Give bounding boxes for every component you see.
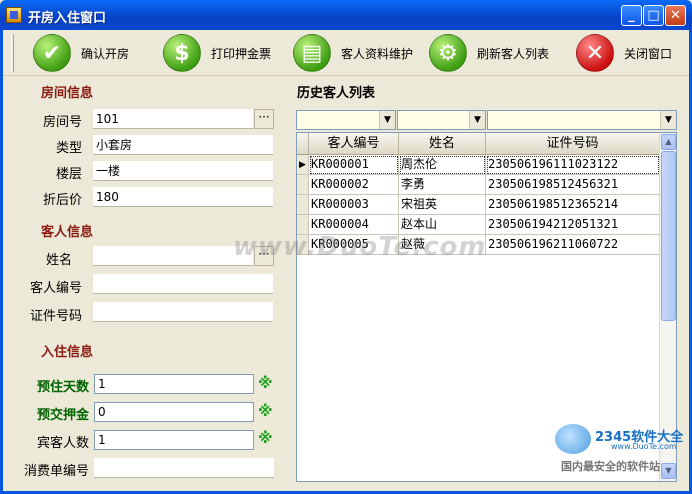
bill-number-label: 消费单编号: [23, 464, 89, 479]
window-title: 开房入住窗口: [28, 11, 107, 26]
gear-icon: ⚙: [429, 34, 467, 72]
required-mark-deposit: ※: [258, 402, 273, 420]
cell-guest-id[interactable]: KR000003: [309, 195, 399, 215]
cell-cert[interactable]: 230506196211060722: [486, 235, 660, 255]
required-mark-days: ※: [258, 374, 273, 392]
guest-id-label: 客人编号: [29, 281, 82, 296]
guest-count-label: 宾客人数: [36, 436, 89, 451]
scroll-thumb[interactable]: [661, 151, 676, 321]
guest-section-title: 客人信息: [41, 225, 94, 240]
table-row[interactable]: ▶ KR000001 周杰伦 230506196111023122: [297, 155, 660, 175]
watermark-text: www.DuoTe.com: [233, 232, 487, 262]
floor-label: 楼层: [55, 167, 82, 182]
site-url: www.DuoTe.com: [611, 442, 677, 451]
cert-number-label: 证件号码: [29, 309, 82, 324]
refresh-guests-label: 刷新客人列表: [477, 46, 550, 61]
close-icon: ✕: [576, 34, 614, 72]
cell-cert[interactable]: 230506198512365214: [486, 195, 660, 215]
price-field[interactable]: [93, 187, 273, 207]
site-slogan: 国内最安全的软件站: [561, 460, 660, 473]
close-form-button[interactable]: ✕ 关闭窗口: [576, 32, 672, 74]
cell-cert[interactable]: 230506194212051321: [486, 215, 660, 235]
row-indicator: [297, 175, 309, 195]
refresh-guests-button[interactable]: ⚙ 刷新客人列表: [429, 32, 549, 74]
cell-name[interactable]: 周杰伦: [399, 155, 486, 175]
guest-maintenance-label: 客人资料维护: [341, 46, 414, 61]
checkin-window: 开房入住窗口 _ □ ✕ ✔ 确认开房 $ 打印押金票 ▤ 客人资料维护 ⚙ 刷…: [0, 0, 692, 494]
room-number-label: 房间号: [42, 115, 82, 130]
cert-number-field[interactable]: [93, 302, 273, 322]
close-form-label: 关闭窗口: [624, 46, 673, 61]
table-row[interactable]: KR000003 宋祖英 230506198512365214: [297, 195, 660, 215]
guest-id-field[interactable]: [93, 274, 273, 294]
cell-cert[interactable]: 230506196111023122: [486, 155, 660, 175]
print-deposit-button[interactable]: $ 打印押金票: [163, 32, 271, 74]
grid-header: 客人编号 姓名 证件号码: [297, 133, 660, 155]
checkin-section-title: 入住信息: [41, 345, 94, 360]
bill-number-field[interactable]: [94, 458, 274, 478]
filter-name-dropdown[interactable]: ▼: [397, 110, 486, 130]
printer-icon: ▤: [293, 34, 331, 72]
room-type-label: 类型: [55, 141, 82, 156]
toolbar-grip[interactable]: [11, 34, 14, 72]
filter-cert-dropdown[interactable]: ▼: [487, 110, 677, 130]
table-row[interactable]: KR000002 李勇 230506198512456321: [297, 175, 660, 195]
guest-maintenance-button[interactable]: ▤ 客人资料维护: [293, 32, 413, 74]
room-section-title: 房间信息: [41, 86, 94, 101]
stay-days-label: 预住天数: [36, 380, 89, 395]
room-number-field[interactable]: [93, 109, 253, 129]
deposit-field[interactable]: [94, 402, 254, 422]
app-icon: [6, 7, 22, 23]
required-mark-guests: ※: [258, 429, 273, 447]
price-label: 折后价: [42, 193, 82, 208]
history-section-title: 历史客人列表: [297, 86, 376, 101]
row-pointer-icon: ▶: [297, 155, 309, 175]
column-header-cert[interactable]: 证件号码: [486, 133, 660, 155]
scroll-up-button[interactable]: ▲: [661, 134, 676, 150]
cell-guest-id[interactable]: KR000001: [309, 155, 399, 175]
cell-name[interactable]: 宋祖英: [399, 195, 486, 215]
site-badge: 2345软件大全 www.DuoTe.com 国内最安全的软件站: [555, 424, 685, 474]
column-header-name[interactable]: 姓名: [399, 133, 486, 155]
maximize-button[interactable]: □: [643, 5, 664, 26]
deposit-label: 预交押金: [36, 408, 89, 423]
dollar-icon: $: [163, 34, 201, 72]
minimize-button[interactable]: _: [621, 5, 642, 26]
chevron-down-icon: ▼: [469, 111, 485, 129]
stay-days-field[interactable]: [94, 374, 254, 394]
room-lookup-button[interactable]: ···: [254, 109, 274, 129]
confirm-checkin-button[interactable]: ✔ 确认开房: [33, 32, 129, 74]
chevron-down-icon: ▼: [660, 111, 676, 129]
print-deposit-label: 打印押金票: [211, 46, 272, 61]
guest-name-field[interactable]: [93, 246, 253, 266]
grid-corner: [297, 133, 309, 155]
room-type-field[interactable]: [93, 135, 273, 155]
filter-id-dropdown[interactable]: ▼: [296, 110, 396, 130]
guest-name-label: 姓名: [45, 253, 72, 268]
cell-cert[interactable]: 230506198512456321: [486, 175, 660, 195]
check-icon: ✔: [33, 34, 71, 72]
title-bar[interactable]: 开房入住窗口 _ □ ✕: [0, 0, 692, 30]
row-indicator: [297, 195, 309, 215]
cell-guest-id[interactable]: KR000002: [309, 175, 399, 195]
column-header-guest-id[interactable]: 客人编号: [309, 133, 399, 155]
close-window-button[interactable]: ✕: [665, 5, 686, 26]
chevron-down-icon: ▼: [379, 111, 395, 129]
guest-count-field[interactable]: [94, 430, 254, 450]
mascot-icon: [555, 424, 591, 454]
cell-name[interactable]: 李勇: [399, 175, 486, 195]
confirm-checkin-label: 确认开房: [81, 46, 130, 61]
floor-field[interactable]: [93, 161, 273, 181]
toolbar: ✔ 确认开房 $ 打印押金票 ▤ 客人资料维护 ⚙ 刷新客人列表 ✕ 关闭窗口: [3, 30, 689, 76]
